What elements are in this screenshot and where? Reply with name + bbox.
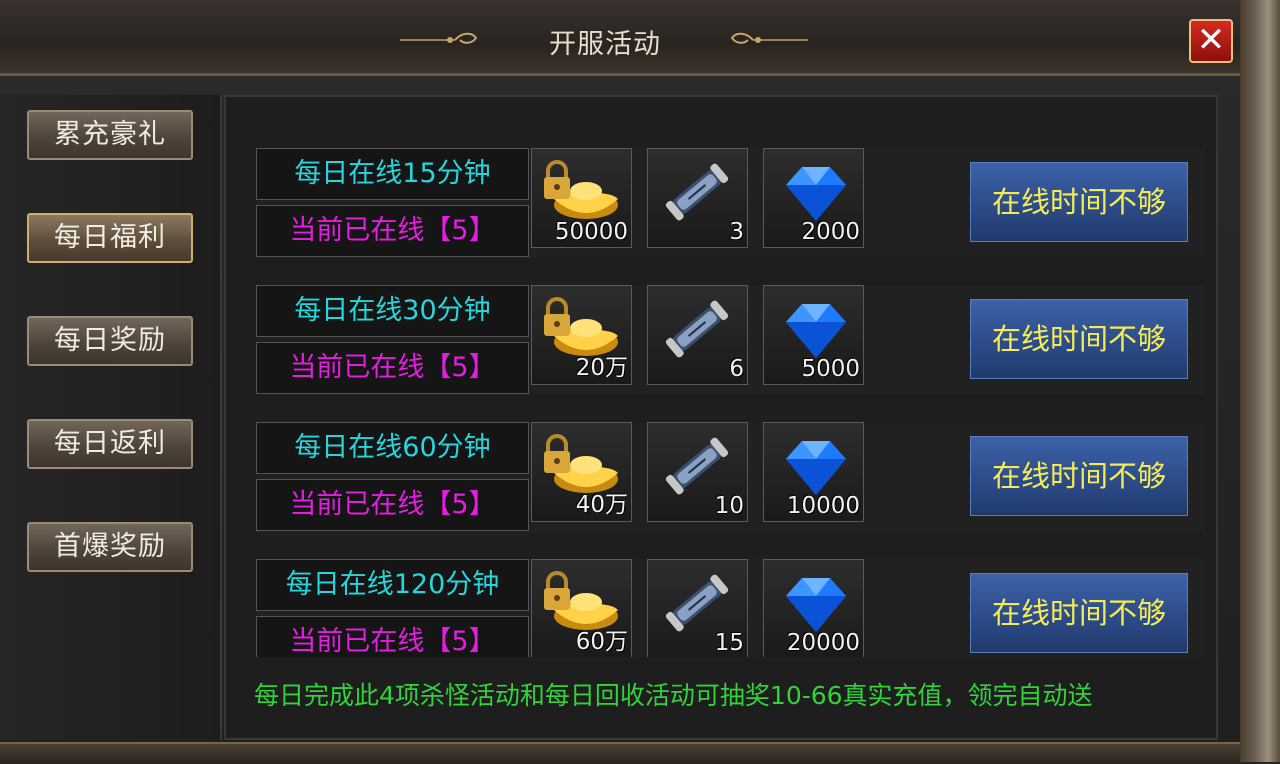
scroll-icon: [665, 574, 729, 632]
sidebar: [0, 95, 222, 740]
reward-slot-gem[interactable]: 10000: [763, 422, 864, 522]
scroll-icon: [665, 437, 729, 495]
blue-gem-icon: [786, 578, 846, 632]
scroll-icon: [665, 300, 729, 358]
current-online-label: 当前已在线【5】: [256, 342, 529, 394]
background-scenery: [1240, 0, 1280, 762]
reward-slot-gold[interactable]: 50000: [531, 148, 632, 248]
reward-slot-gold[interactable]: 20万: [531, 285, 632, 385]
reward-slot-scroll[interactable]: 10: [647, 422, 748, 522]
reward-quantity: 6: [729, 356, 744, 382]
reward-quantity: 2000: [801, 219, 860, 245]
tab-cumulative-recharge[interactable]: 累充豪礼: [27, 110, 193, 160]
reward-row: 每日在线30分钟 当前已在线【5】 20万 6 5000 在线时间不够: [256, 285, 1206, 395]
online-requirement-label: 每日在线60分钟: [256, 422, 529, 474]
reward-quantity: 40万: [575, 492, 628, 518]
blue-gem-icon: [786, 304, 846, 358]
close-button[interactable]: ✕: [1189, 19, 1233, 63]
reward-slot-scroll[interactable]: 6: [647, 285, 748, 385]
gold-ingot-lock-icon: [544, 160, 618, 219]
claim-button[interactable]: 在线时间不够: [970, 299, 1188, 379]
event-notice: 每日完成此4项杀怪活动和每日回收活动可抽奖10-66真实充值，领完自动送: [254, 681, 1093, 710]
tab-daily-reward[interactable]: 每日奖励: [27, 316, 193, 366]
reward-slot-scroll[interactable]: 15: [647, 559, 748, 657]
event-window: 开服活动 ✕ 累充豪礼 每日福利 每日奖励 每日返利 首爆奖励 每日在线15分钟…: [0, 0, 1246, 764]
reward-quantity: 60万: [575, 629, 628, 655]
online-requirement-label: 每日在线15分钟: [256, 148, 529, 200]
reward-slot-gold[interactable]: 60万: [531, 559, 632, 657]
scroll-icon: [665, 163, 729, 221]
online-requirement-label: 每日在线30分钟: [256, 285, 529, 337]
current-online-label: 当前已在线【5】: [256, 479, 529, 531]
reward-quantity: 50000: [554, 219, 628, 245]
bottom-frame: [0, 742, 1246, 764]
title-bar: 开服活动 ✕: [0, 0, 1240, 76]
reward-quantity: 15: [714, 630, 744, 656]
reward-slot-scroll[interactable]: 3: [647, 148, 748, 248]
claim-button[interactable]: 在线时间不够: [970, 573, 1188, 653]
blue-gem-icon: [786, 441, 846, 495]
reward-row: 每日在线60分钟 当前已在线【5】 40万 10 10000 在线时间不够: [256, 422, 1206, 532]
reward-slot-gem[interactable]: 5000: [763, 285, 864, 385]
reward-slot-gold[interactable]: 40万: [531, 422, 632, 522]
reward-quantity: 20000: [786, 630, 860, 656]
reward-slot-gem[interactable]: 20000: [763, 559, 864, 657]
title-ornament-right-icon: [730, 32, 808, 44]
reward-slot-gem[interactable]: 2000: [763, 148, 864, 248]
current-online-label: 当前已在线【5】: [256, 205, 529, 257]
blue-gem-icon: [786, 167, 846, 221]
current-online-label: 当前已在线【5】: [256, 616, 529, 657]
reward-quantity: 10: [714, 493, 744, 519]
tab-first-drop-reward[interactable]: 首爆奖励: [27, 522, 193, 572]
window-title: 开服活动: [549, 29, 661, 60]
reward-quantity: 20万: [575, 355, 628, 381]
tab-daily-welfare[interactable]: 每日福利: [27, 213, 193, 263]
reward-quantity: 5000: [801, 356, 860, 382]
reward-quantity: 3: [729, 219, 744, 245]
reward-row: 每日在线120分钟 当前已在线【5】 60万 15 20000 在线时间不够: [256, 559, 1206, 657]
reward-row: 每日在线15分钟 当前已在线【5】 50000 3 2000 在线时间不够: [256, 148, 1206, 258]
tab-daily-rebate[interactable]: 每日返利: [27, 419, 193, 469]
reward-quantity: 10000: [786, 493, 860, 519]
claim-button[interactable]: 在线时间不够: [970, 162, 1188, 242]
online-requirement-label: 每日在线120分钟: [256, 559, 529, 611]
claim-button[interactable]: 在线时间不够: [970, 436, 1188, 516]
